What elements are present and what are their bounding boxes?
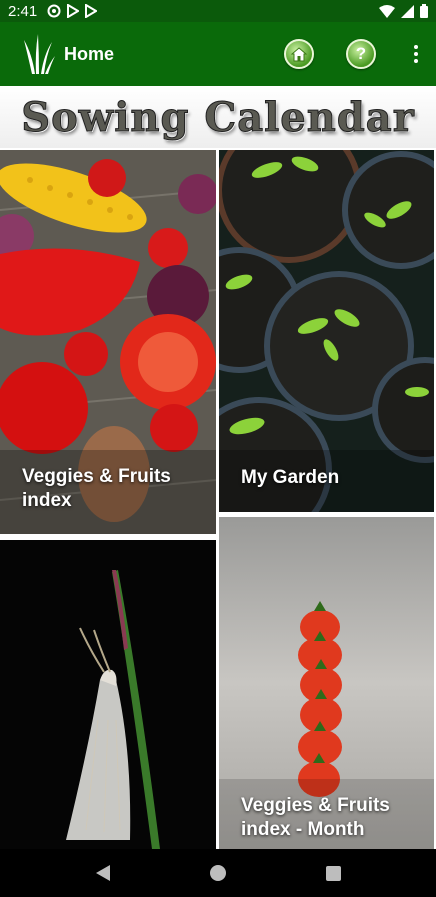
help-button[interactable]: ? [346,39,376,69]
status-bar: 2:41 [0,0,436,22]
cell-signal-icon [401,4,414,18]
tile-label: Veggies & Fruits index [22,466,171,511]
banner-title: Sowing Calendar [21,93,415,141]
wifi-icon [379,4,395,18]
banner: Sowing Calendar [0,86,436,148]
play-store-icon-2 [85,4,98,18]
app-bar: Home ? [0,22,436,86]
tile-veggies-fruits-month[interactable]: Veggies & Fruits index - Month [219,517,434,849]
battery-icon [420,4,428,18]
home-button[interactable] [284,39,314,69]
play-store-icon [67,4,80,18]
tile-label: Veggies & Fruits index - Month [241,795,390,840]
home-nav-icon[interactable] [209,865,226,881]
tile-veggies-fruits-index[interactable]: Veggies & Fruits index [0,150,216,534]
tile-my-garden[interactable]: My Garden [219,150,434,512]
back-icon[interactable] [95,865,110,881]
moth-photo [0,540,216,849]
tile-label: My Garden [241,467,340,488]
tile-moth[interactable] [0,540,216,849]
help-icon: ? [355,44,367,63]
home-icon [291,46,307,61]
overflow-menu-icon[interactable] [410,42,422,66]
grass-logo-icon[interactable] [22,32,56,76]
seedlings-photo [219,150,434,512]
app-bar-title: Home [64,43,115,64]
notification-at-icon [47,4,61,18]
status-time: 2:41 [8,2,38,20]
system-nav-bar [0,849,436,897]
recent-apps-icon[interactable] [325,865,341,881]
